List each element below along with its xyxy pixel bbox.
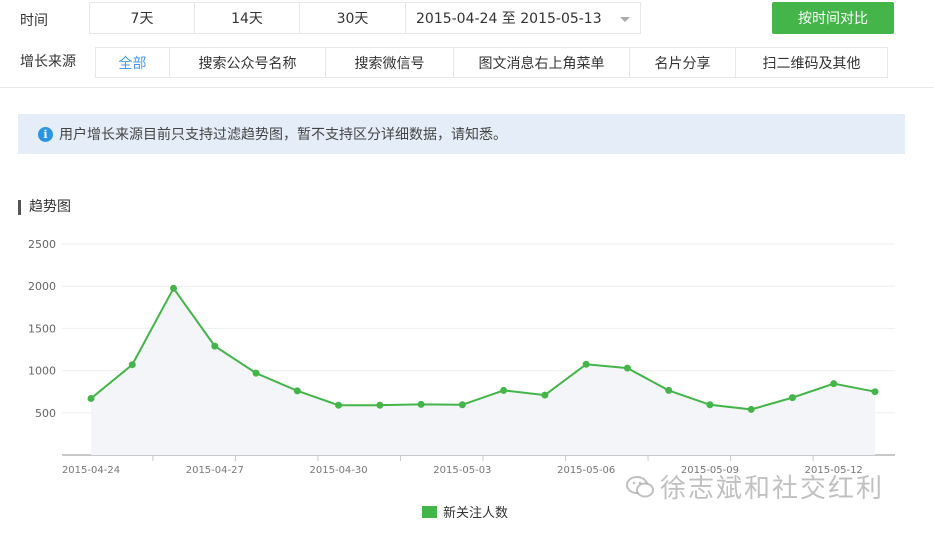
- time-option-30d[interactable]: 30天: [300, 3, 405, 33]
- legend-swatch: [422, 505, 437, 518]
- y-tick-label: 1500: [28, 322, 56, 335]
- source-option-qrcode-other[interactable]: 扫二维码及其他: [736, 48, 887, 77]
- section-title: 趋势图: [18, 200, 71, 215]
- time-option-7d[interactable]: 7天: [90, 3, 195, 33]
- data-point[interactable]: [788, 394, 796, 402]
- series-area: [91, 288, 875, 455]
- data-point[interactable]: [87, 394, 95, 402]
- data-point[interactable]: [665, 386, 673, 394]
- data-point[interactable]: [252, 369, 260, 377]
- source-option-article-menu[interactable]: 图文消息右上角菜单: [454, 48, 630, 77]
- time-label: 时间: [20, 13, 48, 29]
- compare-by-time-button[interactable]: 按时间对比: [772, 2, 894, 34]
- y-tick-label: 2500: [28, 238, 56, 251]
- chart-legend[interactable]: 新关注人数: [422, 502, 508, 521]
- date-range-picker[interactable]: 2015-04-24 至 2015-05-13: [405, 2, 641, 34]
- time-option-14d[interactable]: 14天: [195, 3, 300, 33]
- x-tick-label: 2015-05-06: [557, 465, 615, 476]
- data-point[interactable]: [128, 361, 136, 369]
- data-point[interactable]: [582, 360, 590, 368]
- data-point[interactable]: [500, 386, 508, 394]
- data-point[interactable]: [830, 380, 838, 388]
- data-point[interactable]: [541, 391, 549, 399]
- data-point[interactable]: [170, 284, 178, 292]
- chevron-down-icon: [620, 17, 630, 22]
- source-label: 增长来源: [20, 54, 76, 70]
- source-options: 全部 搜索公众号名称 搜索微信号 图文消息右上角菜单 名片分享 扫二维码及其他: [95, 47, 888, 78]
- source-option-search-name[interactable]: 搜索公众号名称: [170, 48, 326, 77]
- y-tick-label: 500: [35, 407, 56, 420]
- data-point[interactable]: [376, 401, 384, 409]
- time-range-options: 7天 14天 30天: [89, 2, 406, 34]
- watermark-text: 徐志斌和社交红利: [660, 474, 885, 504]
- data-point[interactable]: [747, 405, 755, 413]
- data-point[interactable]: [293, 387, 301, 395]
- watermark: 徐志斌和社交红利: [626, 468, 884, 505]
- data-point[interactable]: [417, 400, 425, 408]
- notice-text: 用户增长来源目前只支持过滤趋势图，暂不支持区分详细数据，请知悉。: [59, 127, 507, 143]
- source-option-card-share[interactable]: 名片分享: [630, 48, 736, 77]
- info-icon: i: [38, 126, 53, 142]
- source-option-search-id[interactable]: 搜索微信号: [326, 48, 454, 77]
- data-point[interactable]: [871, 388, 879, 396]
- source-filter-row: 增长来源 全部 搜索公众号名称 搜索微信号 图文消息右上角菜单 名片分享 扫二维…: [0, 39, 934, 87]
- x-tick-label: 2015-04-27: [186, 465, 244, 476]
- data-point[interactable]: [706, 401, 714, 409]
- data-point[interactable]: [458, 401, 466, 409]
- trend-chart: 500 1000 1500 2000 2500 2015-04-24 2015-04-27…: [28, 238, 895, 476]
- x-tick-label: 2015-04-30: [310, 465, 368, 476]
- y-axis: 500 1000 1500 2000 2500: [28, 238, 56, 420]
- y-tick-label: 1000: [28, 365, 56, 378]
- date-range-value: 2015-04-24 至 2015-05-13: [416, 11, 602, 27]
- divider: [0, 87, 934, 88]
- notice-banner: i 用户增长来源目前只支持过滤趋势图，暂不支持区分详细数据，请知悉。: [18, 114, 905, 154]
- x-tick-label: 2015-04-24: [62, 465, 120, 476]
- data-point[interactable]: [211, 342, 219, 350]
- x-tick-label: 2015-05-03: [433, 465, 491, 476]
- wechat-icon: [626, 475, 654, 497]
- legend-label: 新关注人数: [443, 506, 509, 521]
- y-tick-label: 2000: [28, 280, 56, 293]
- data-point[interactable]: [335, 401, 343, 409]
- data-point[interactable]: [623, 364, 631, 372]
- source-option-all[interactable]: 全部: [96, 48, 170, 77]
